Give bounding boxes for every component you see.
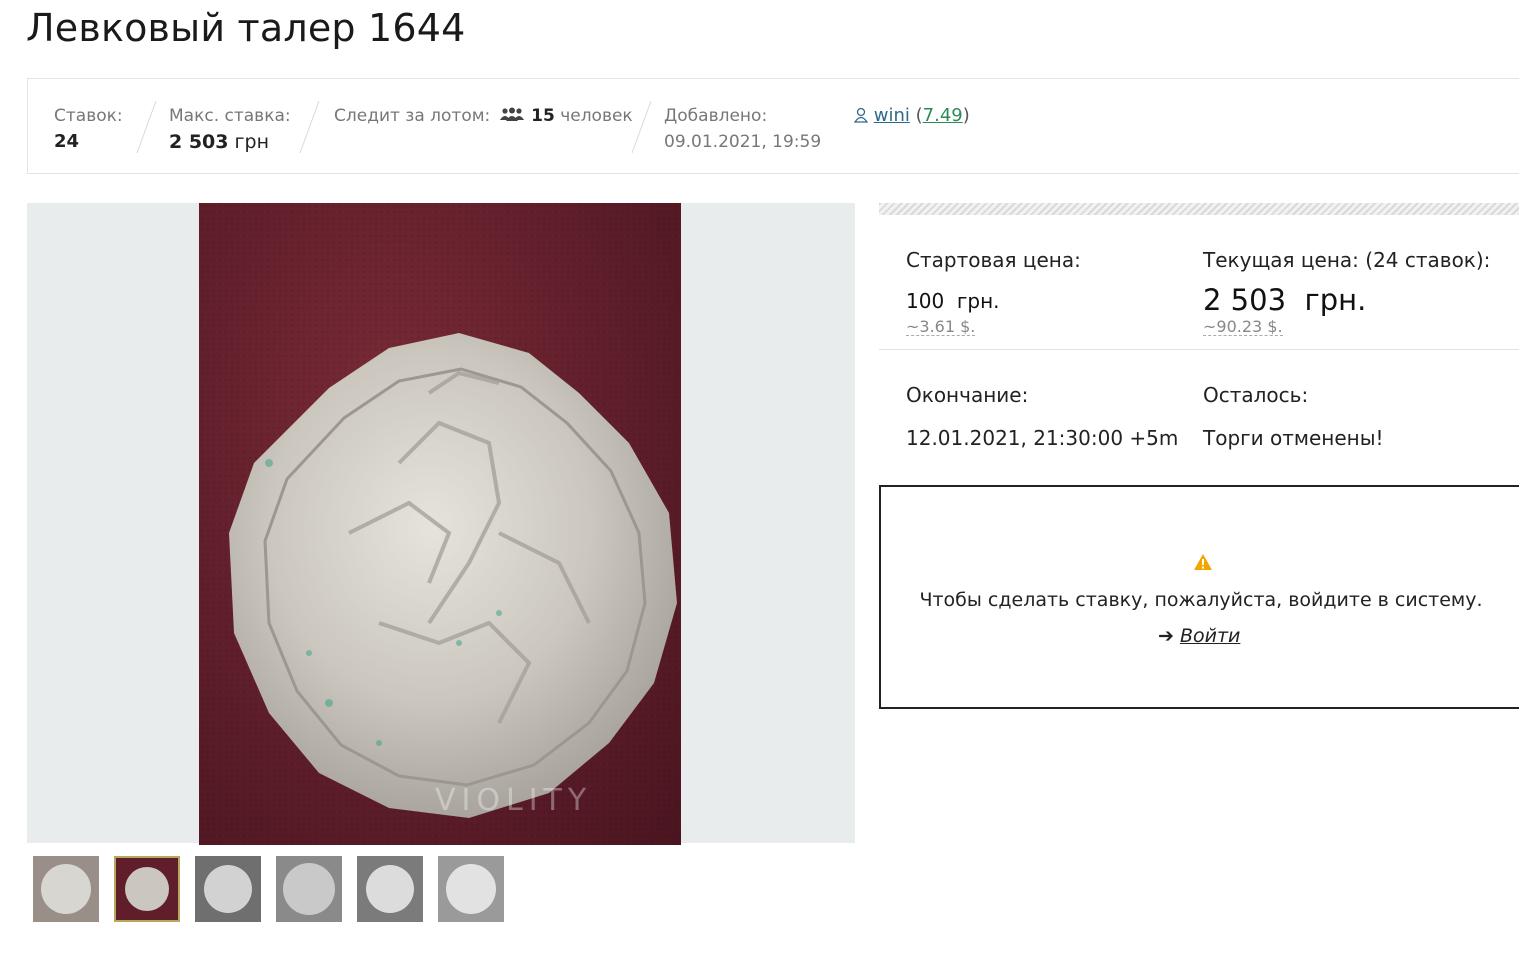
seller-rating-link[interactable]: 7.49 [923,105,963,126]
current-price-amount: 2 503 [1203,283,1287,317]
login-prompt-box: Чтобы сделать ставку, пожалуйста, войдит… [879,485,1519,709]
start-price-usd[interactable]: ~3.61 $. [906,317,976,336]
added-label: Добавлено: [664,106,768,126]
user-icon [853,105,874,126]
stat-divider [631,101,652,153]
bids-label: Ставок: [54,106,123,126]
added-stat: Добавлено: 09.01.2021, 19:59 [664,103,821,155]
max-bid-stat: Макс. ставка: 2 503 грн [169,103,291,155]
end-value: 12.01.2021, 21:30:00 +5m [906,426,1179,450]
current-usd-unit: $. [1267,317,1283,336]
max-bid-currency: грн [234,131,270,153]
watermark: VIOLITY [435,783,593,818]
stat-divider [299,101,320,153]
watchers-unit: человек [560,106,633,126]
current-price-value: 2 503 грн. [1203,283,1366,317]
start-price-value: 100 грн. [906,289,1000,313]
start-usd-unit: $. [960,317,976,336]
time-left-value: Торги отменены! [1203,426,1384,450]
login-message: Чтобы сделать ставку, пожалуйста, войдит… [919,589,1483,611]
thumbnail[interactable] [357,856,423,922]
end-label: Окончание: [906,383,1029,407]
login-link-label[interactable]: Войти [1180,625,1240,647]
price-divider [879,349,1519,350]
current-price-label: Текущая цена: (24 ставок): [1203,248,1491,272]
lot-stats-bar: Ставок: 24 Макс. ставка: 2 503 грн Следи… [27,78,1519,174]
start-price-currency: грн. [956,289,1000,313]
current-usd-amount: ~90.23 [1203,317,1263,336]
max-bid-amount: 2 503 [169,131,229,153]
stat-divider [136,101,157,153]
seller-link[interactable]: wini [874,105,910,126]
arrow-right-icon: ➔ [1158,625,1174,647]
users-icon [499,103,524,129]
bids-stat: Ставок: 24 [54,103,123,155]
time-left-label: Осталось: [1203,383,1309,407]
current-price-currency: грн. [1304,283,1367,317]
start-price-amount: 100 [906,289,945,313]
main-photo-viewer[interactable]: VIOLITY [27,203,855,845]
thumbnail[interactable] [195,856,261,922]
coin-image [199,203,681,845]
coin-photo[interactable]: VIOLITY [199,203,681,845]
login-link[interactable]: ➔ Войти [1158,625,1240,647]
bids-value: 24 [54,131,80,152]
page-title: Левковый талер 1644 [26,6,466,50]
thumbnail[interactable] [438,856,504,922]
seller-info: wini (7.49) [853,103,970,129]
warning-icon [1193,553,1213,575]
price-panel-stripe [879,203,1519,215]
thumbnail[interactable] [33,856,99,922]
current-price-usd[interactable]: ~90.23 $. [1203,319,1283,336]
thumbnail[interactable] [276,856,342,922]
thumbnail-active[interactable] [114,856,180,922]
start-usd-amount: ~3.61 [906,317,956,336]
watchers-label: Следит за лотом: [334,106,491,126]
added-value: 09.01.2021, 19:59 [664,132,822,152]
max-bid-label: Макс. ставка: [169,106,291,126]
watchers-count: 15 [531,106,555,126]
watchers-stat: Следит за лотом: 15 человек [334,103,633,129]
start-price-label: Стартовая цена: [906,248,1081,272]
